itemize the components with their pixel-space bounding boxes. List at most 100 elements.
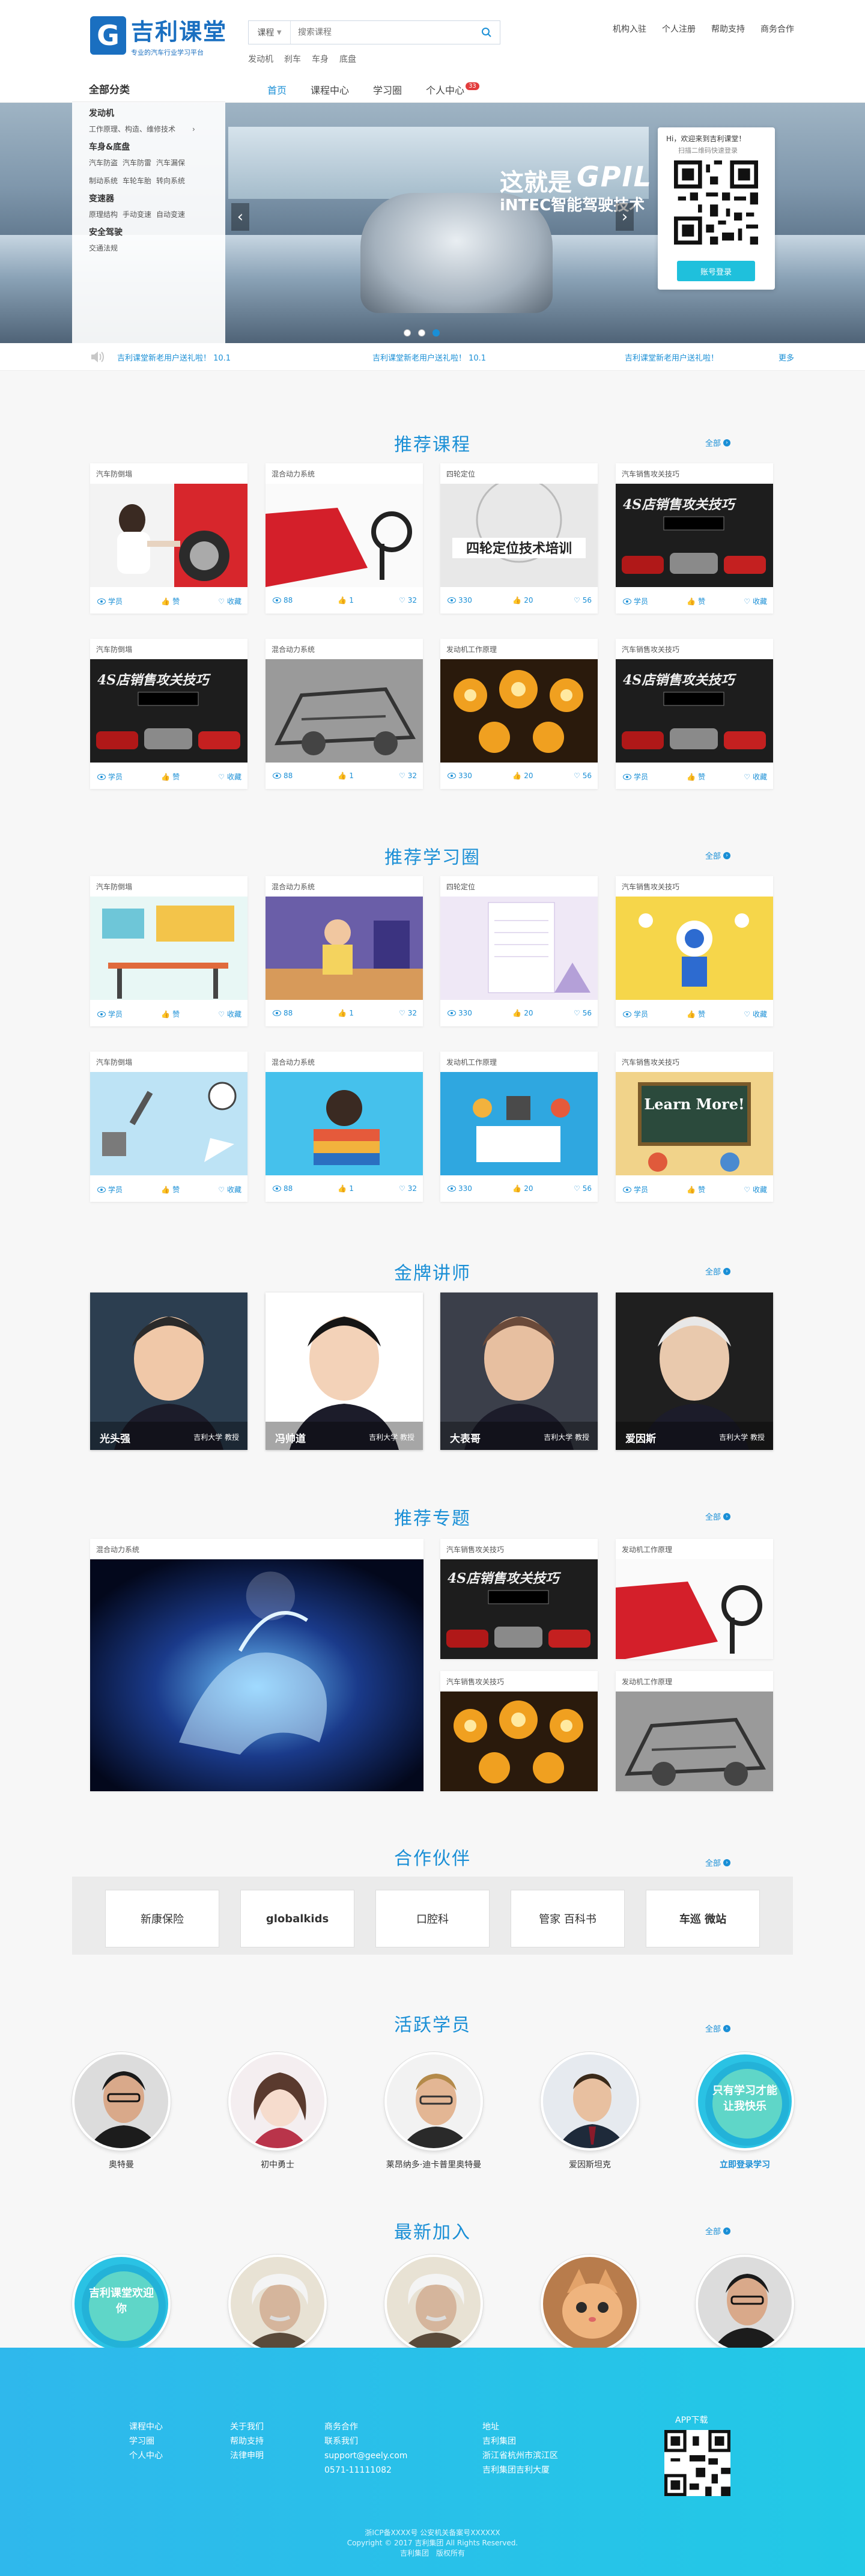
- notice-item[interactable]: 吉利课堂新老用户送礼啦！: [625, 352, 718, 363]
- more-partners-link[interactable]: 全部 ›: [705, 1857, 731, 1868]
- course-card[interactable]: 汽车销售攻关技巧 4S店销售攻关技巧 学员 👍 赞 ♡ 收藏: [616, 463, 773, 614]
- card-thumbnail[interactable]: [266, 484, 423, 587]
- learners-stat[interactable]: 88: [273, 1009, 293, 1017]
- avatar[interactable]: 只有学习才能让我快乐: [696, 2052, 794, 2151]
- hot-word[interactable]: 底盘: [339, 53, 356, 65]
- account-login-button[interactable]: 账号登录: [677, 261, 755, 281]
- category-item[interactable]: 汽车防盗: [89, 156, 118, 169]
- favorites-stat[interactable]: ♡ 收藏: [744, 596, 767, 606]
- learners-stat[interactable]: 学员: [97, 1009, 123, 1019]
- teacher-card[interactable]: 爱因斯 吉利大学 教授: [616, 1293, 773, 1450]
- topic-card[interactable]: 汽车销售攻关技巧: [440, 1671, 598, 1791]
- card-thumbnail[interactable]: [90, 484, 247, 587]
- learners-stat[interactable]: 学员: [623, 1184, 648, 1195]
- app-qr-code[interactable]: [664, 2430, 730, 2496]
- learners-stat[interactable]: 330: [448, 1184, 472, 1193]
- banner-prev-button[interactable]: ‹: [231, 203, 249, 231]
- learners-stat[interactable]: 88: [273, 596, 293, 604]
- footer-link[interactable]: 关于我们: [230, 2420, 264, 2434]
- favorites-stat[interactable]: ♡ 32: [399, 1184, 417, 1193]
- hot-word[interactable]: 发动机: [248, 53, 273, 65]
- search-button[interactable]: [473, 21, 500, 44]
- footer-link[interactable]: 学习圈: [129, 2434, 163, 2449]
- favorites-stat[interactable]: ♡ 32: [399, 596, 417, 604]
- learners-stat[interactable]: 330: [448, 596, 472, 604]
- category-item[interactable]: 制动系统: [89, 174, 118, 187]
- category-item[interactable]: 工作原理、构造、维修技术: [89, 123, 175, 136]
- hot-word[interactable]: 车身: [312, 53, 329, 65]
- category-transmission[interactable]: 变速器: [89, 192, 225, 204]
- avatar[interactable]: [384, 2255, 483, 2353]
- favorites-stat[interactable]: ♡ 收藏: [218, 596, 241, 606]
- footer-link[interactable]: 商务合作: [324, 2420, 407, 2434]
- learners-stat[interactable]: 学员: [97, 772, 123, 782]
- nav-profile[interactable]: 个人中心 33: [426, 82, 479, 97]
- likes-stat[interactable]: 👍 赞: [687, 772, 705, 782]
- topic-card[interactable]: 混合动力系统: [90, 1539, 423, 1791]
- favorites-stat[interactable]: ♡ 32: [399, 772, 417, 780]
- avatar[interactable]: [228, 2255, 327, 2353]
- more-teachers-link[interactable]: 全部 ›: [705, 1265, 731, 1277]
- likes-stat[interactable]: 👍 赞: [687, 1009, 705, 1019]
- partner-logo[interactable]: 管家 百科书: [511, 1890, 625, 1947]
- learners-stat[interactable]: 330: [448, 772, 472, 780]
- favorites-stat[interactable]: ♡ 收藏: [218, 1009, 241, 1019]
- circle-card[interactable]: 汽车防倒塌 学员 👍 赞 ♡ 收藏: [90, 1052, 247, 1202]
- avatar[interactable]: 吉利课堂欢迎你: [72, 2255, 171, 2353]
- card-thumbnail[interactable]: [266, 1072, 423, 1175]
- circle-card[interactable]: 发动机工作原理 330 👍 20 ♡ 56: [440, 1052, 598, 1202]
- carousel-dot[interactable]: [404, 329, 411, 336]
- learners-stat[interactable]: 学员: [623, 1009, 648, 1019]
- category-item[interactable]: 交通法规: [89, 242, 118, 255]
- more-students-link[interactable]: 全部 ›: [705, 2023, 731, 2034]
- circle-card[interactable]: 四轮定位 330 👍 20 ♡ 56: [440, 876, 598, 1026]
- banner-next-button[interactable]: ›: [616, 203, 634, 231]
- favorites-stat[interactable]: ♡ 收藏: [218, 1184, 241, 1195]
- card-thumbnail[interactable]: [440, 897, 598, 1000]
- category-item[interactable]: 车轮车胎: [123, 174, 151, 187]
- likes-stat[interactable]: 👍 20: [512, 1009, 533, 1017]
- topic-card[interactable]: 汽车销售攻关技巧 4S店销售攻关技巧: [440, 1539, 598, 1659]
- avatar[interactable]: [696, 2255, 794, 2353]
- more-courses-link[interactable]: 全部 ›: [705, 437, 731, 448]
- teacher-card[interactable]: 冯帅道 吉利大学 教授: [266, 1293, 423, 1450]
- course-card[interactable]: 混合动力系统 88 👍 1 ♡ 32: [266, 639, 423, 789]
- course-card[interactable]: 发动机工作原理 330 👍 20 ♡ 56: [440, 639, 598, 789]
- hot-word[interactable]: 刹车: [284, 53, 301, 65]
- notice-more-link[interactable]: 更多: [778, 352, 794, 363]
- circle-card[interactable]: 混合动力系统 88 👍 1 ♡ 32: [266, 876, 423, 1026]
- avatar[interactable]: [384, 2052, 483, 2151]
- category-item[interactable]: 自动变速: [156, 208, 185, 221]
- footer-link[interactable]: 联系我们: [324, 2434, 407, 2449]
- notice-item[interactable]: 吉利课堂新老用户送礼啦！ 10.1: [117, 352, 231, 363]
- footer-link[interactable]: 法律申明: [230, 2449, 264, 2463]
- topic-card[interactable]: 发动机工作原理: [616, 1539, 773, 1659]
- card-thumbnail[interactable]: [616, 897, 773, 1000]
- avatar[interactable]: [541, 2255, 639, 2353]
- topic-thumbnail[interactable]: 4S店销售攻关技巧: [440, 1559, 598, 1659]
- footer-email[interactable]: support@geely.com: [324, 2449, 407, 2463]
- footer-link[interactable]: 课程中心: [129, 2420, 163, 2434]
- circle-card[interactable]: 混合动力系统 88 👍 1 ♡ 32: [266, 1052, 423, 1202]
- card-thumbnail[interactable]: [266, 897, 423, 1000]
- learners-stat[interactable]: 学员: [97, 596, 123, 606]
- course-card[interactable]: 四轮定位 四轮定位技术培训 330 👍 20 ♡ 56: [440, 463, 598, 614]
- card-thumbnail[interactable]: [440, 659, 598, 763]
- likes-stat[interactable]: 👍 1: [338, 1184, 354, 1193]
- notice-item[interactable]: 吉利课堂新老用户送礼啦！ 10.1: [372, 352, 486, 363]
- link-business[interactable]: 商务合作: [760, 23, 794, 35]
- category-engine[interactable]: 发动机: [89, 107, 225, 119]
- topic-thumbnail[interactable]: [440, 1691, 598, 1791]
- footer-link[interactable]: 帮助支持: [230, 2434, 264, 2449]
- favorites-stat[interactable]: ♡ 56: [574, 1009, 592, 1017]
- link-help[interactable]: 帮助支持: [711, 23, 745, 35]
- card-thumbnail[interactable]: 4S店销售攻关技巧: [90, 659, 247, 763]
- more-topics-link[interactable]: 全部 ›: [705, 1511, 731, 1522]
- avatar[interactable]: [72, 2052, 171, 2151]
- partner-logo[interactable]: 车巡 微站: [646, 1890, 760, 1947]
- topic-card[interactable]: 发动机工作原理: [616, 1671, 773, 1791]
- teacher-card[interactable]: 光头强 吉利大学 教授: [90, 1293, 247, 1450]
- card-thumbnail[interactable]: [90, 1072, 247, 1175]
- favorites-stat[interactable]: ♡ 收藏: [218, 772, 241, 782]
- teacher-card[interactable]: 大表哥 吉利大学 教授: [440, 1293, 598, 1450]
